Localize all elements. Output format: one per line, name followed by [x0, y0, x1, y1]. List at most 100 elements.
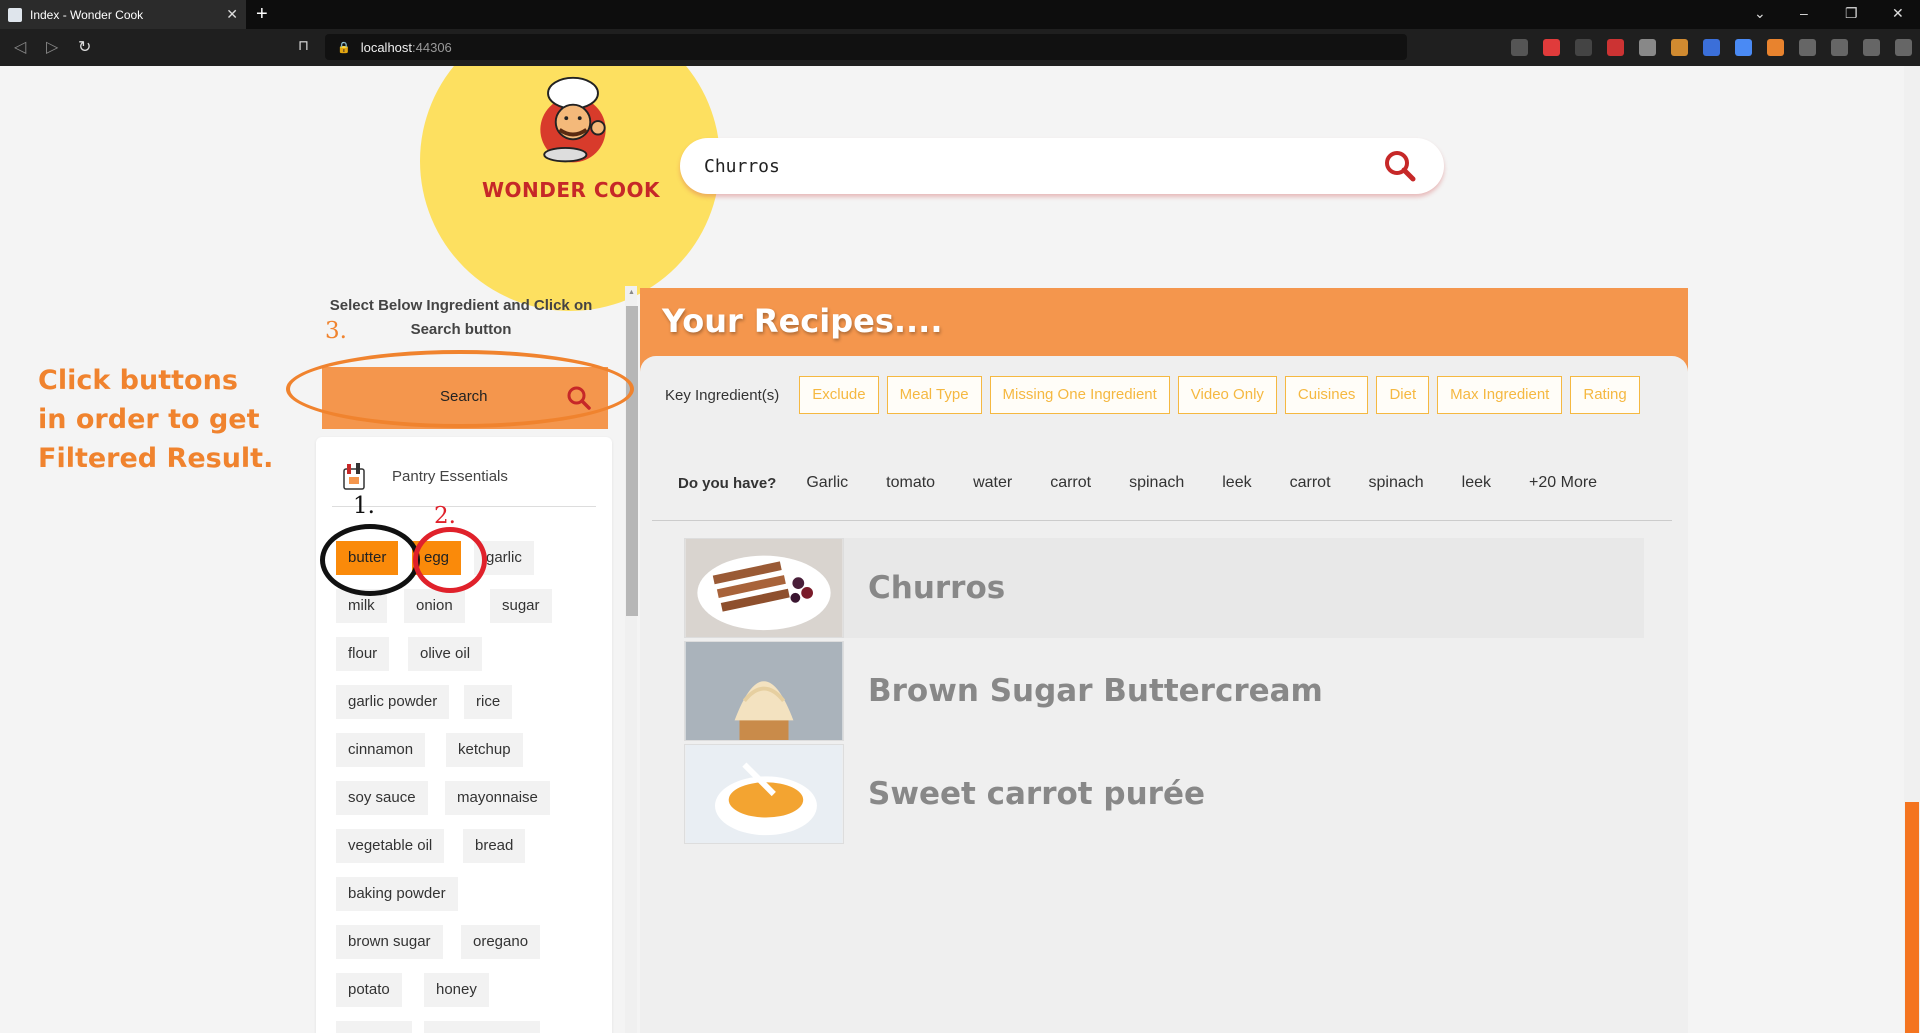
recipe-title[interactable]: Churros [868, 570, 1005, 606]
tab-list-chevron-icon[interactable]: ⌄ [1754, 5, 1766, 22]
page-scroll-thumb[interactable] [1905, 802, 1919, 1033]
filter-cuisines[interactable]: Cuisines [1284, 376, 1369, 414]
browser-toolbar: ◁ ▷ ↻ ⊓ 🔒 localhost :44306 [0, 29, 1920, 66]
search-icon[interactable] [1384, 150, 1416, 182]
ingredient-chip-mayonnaise[interactable]: mayonnaise [445, 781, 550, 815]
ingredient-chip-brown-sugar[interactable]: brown sugar [336, 925, 443, 959]
step-number-1: 1. [353, 493, 375, 519]
recipe-item[interactable]: Sweet carrot purée [684, 744, 1644, 844]
have-item[interactable]: carrot [1290, 474, 1331, 492]
filter-video-only[interactable]: Video Only [1177, 376, 1277, 414]
tab-title: Index - Wonder Cook [30, 7, 144, 22]
ingredient-chip-bread[interactable]: bread [463, 829, 526, 863]
ingredient-chip-vegetable-oil[interactable]: vegetable oil [336, 829, 445, 863]
menu-list-icon[interactable] [1831, 39, 1848, 56]
recipe-thumbnail [684, 744, 844, 844]
browser-chrome: Index - Wonder Cook ✕ + ⌄ – ❐ ✕ ◁ ▷ ↻ ⊓ … [0, 0, 1920, 66]
chef-logo-icon [540, 76, 606, 163]
rewards-icon[interactable] [1543, 39, 1560, 56]
recipes-card: Key Ingredient(s) Exclude Meal Type Miss… [640, 356, 1688, 1033]
recipe-title[interactable]: Sweet carrot purée [868, 776, 1205, 812]
extension-icons [1511, 39, 1912, 56]
ingredient-chip[interactable] [424, 1021, 540, 1033]
filter-row: Key Ingredient(s) Exclude Meal Type Miss… [665, 376, 1648, 414]
filter-missing-one-ingredient[interactable]: Missing One Ingredient [989, 376, 1170, 414]
ingredient-chip-oregano[interactable]: oregano [461, 925, 541, 959]
annotation-line: in order to get [38, 404, 260, 435]
url-port: :44306 [412, 39, 452, 55]
ingredient-chip-sugar[interactable]: sugar [490, 589, 552, 623]
filter-exclude[interactable]: Exclude [799, 376, 879, 414]
ingredient-chip-honey[interactable]: honey [424, 973, 489, 1007]
brave-shield-icon[interactable] [1511, 39, 1528, 56]
ingredient-chip-olive-oil[interactable]: olive oil [408, 637, 483, 671]
wallet-icon[interactable] [1863, 39, 1880, 56]
cookie-icon[interactable] [1671, 39, 1688, 56]
have-item[interactable]: Garlic [806, 474, 848, 492]
ingredient-chip-baking-powder[interactable]: baking powder [336, 877, 458, 911]
lock-icon: 🔒 [337, 41, 351, 54]
pantry-jar-icon [343, 463, 365, 490]
filter-rating[interactable]: Rating [1570, 376, 1640, 414]
metamask-icon[interactable] [1767, 39, 1784, 56]
annotation-line: Filtered Result. [38, 443, 274, 474]
more-ingredients-link[interactable]: +20 More [1529, 474, 1597, 492]
recipe-search-bar [680, 138, 1444, 194]
close-tab-icon[interactable]: ✕ [226, 6, 238, 23]
ingredient-chip-soy-sauce[interactable]: soy sauce [336, 781, 428, 815]
ingredient-chip-ketchup[interactable]: ketchup [446, 733, 523, 767]
url-host: localhost [360, 39, 413, 55]
have-item[interactable]: leek [1462, 474, 1491, 492]
restore-icon[interactable]: ❐ [1845, 5, 1858, 22]
recipe-item[interactable]: Churros [684, 538, 1644, 638]
reload-icon[interactable]: ↻ [78, 37, 91, 57]
key-ingredients-label: Key Ingredient(s) [665, 386, 780, 404]
extension-icon[interactable] [1703, 39, 1720, 56]
annotation-ring-egg [413, 527, 487, 593]
ingredient-chip-garlic-powder[interactable]: garlic powder [336, 685, 450, 719]
ingredient-chip-potato[interactable]: potato [336, 973, 402, 1007]
menu-icon[interactable] [1895, 39, 1912, 56]
translate-icon[interactable] [1735, 39, 1752, 56]
recipe-item[interactable]: Brown Sugar Buttercream [684, 641, 1644, 741]
have-item[interactable]: carrot [1050, 474, 1091, 492]
close-window-icon[interactable]: ✕ [1892, 5, 1904, 22]
new-tab-button[interactable]: + [256, 3, 268, 26]
recipe-thumbnail [684, 641, 844, 741]
minimize-icon[interactable]: – [1800, 5, 1808, 21]
recipe-thumbnail [684, 538, 844, 638]
panel-scroll-thumb[interactable] [626, 306, 638, 616]
do-you-have-label: Do you have? [678, 474, 777, 492]
recipe-search-input[interactable] [704, 150, 1354, 182]
recipe-title[interactable]: Brown Sugar Buttercream [868, 673, 1323, 709]
ingredient-chip-flour[interactable]: flour [336, 637, 390, 671]
recipe-divider [652, 520, 1672, 521]
pantry-title: Pantry Essentials [392, 467, 508, 485]
back-icon[interactable]: ◁ [14, 37, 26, 57]
have-item[interactable]: spinach [1129, 474, 1184, 492]
do-you-have-row: Do you have? Garlic tomato water carrot … [678, 474, 1635, 492]
forward-icon[interactable]: ▷ [46, 37, 58, 57]
have-item[interactable]: tomato [886, 474, 935, 492]
address-bar[interactable]: 🔒 localhost :44306 [325, 34, 1407, 60]
filter-max-ingredient[interactable]: Max Ingredient [1437, 376, 1563, 414]
filter-diet[interactable]: Diet [1376, 376, 1430, 414]
extension-icon[interactable] [1575, 39, 1592, 56]
have-item[interactable]: water [973, 474, 1012, 492]
have-item[interactable]: leek [1222, 474, 1251, 492]
have-item[interactable]: spinach [1369, 474, 1424, 492]
scroll-up-icon[interactable]: ▲ [628, 289, 635, 296]
puzzle-icon[interactable] [1799, 39, 1816, 56]
extension-icon[interactable] [1639, 39, 1656, 56]
annotation-instructions: Click buttons in order to get Filtered R… [38, 361, 273, 478]
ingredient-chip[interactable] [336, 1021, 412, 1033]
annotation-ring-search [286, 350, 634, 428]
brand-name: WONDER COOK [481, 178, 661, 202]
ingredient-chip-onion[interactable]: onion [404, 589, 465, 623]
bookmark-icon[interactable]: ⊓ [298, 37, 309, 54]
browser-tab[interactable]: Index - Wonder Cook ✕ [0, 0, 246, 29]
ingredient-chip-cinnamon[interactable]: cinnamon [336, 733, 426, 767]
ingredient-chip-rice[interactable]: rice [464, 685, 513, 719]
extension-icon[interactable] [1607, 39, 1624, 56]
filter-meal-type[interactable]: Meal Type [886, 376, 982, 414]
